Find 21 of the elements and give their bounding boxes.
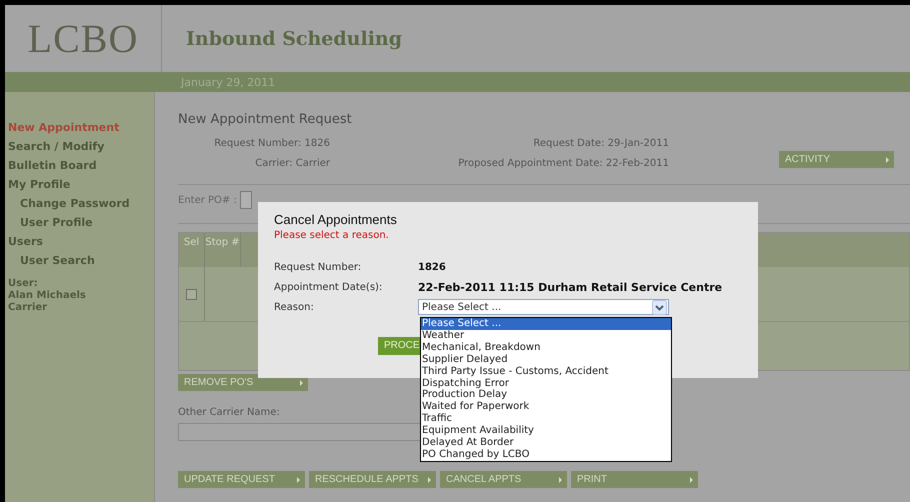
field-value: 22-Feb-2011 11:15 Durham Retail Service Centre bbox=[418, 280, 722, 294]
column-header: Stop # bbox=[205, 233, 241, 267]
user-info: User: bbox=[8, 278, 39, 290]
info-text: Carrier: Carrier bbox=[255, 157, 330, 170]
field-label: Appointment Date(s): bbox=[274, 282, 384, 292]
po-label: Enter PO# : bbox=[178, 194, 237, 206]
column-header: Sel bbox=[179, 233, 205, 267]
page-heading: New Appointment Request bbox=[178, 112, 353, 127]
field-value: 1826 bbox=[418, 262, 446, 272]
info-text: Request Date: 29-Jan-2011 bbox=[533, 137, 669, 150]
user-info: Alan Michaels bbox=[8, 290, 87, 302]
dialog-title: Cancel Appointments bbox=[274, 212, 398, 227]
field-label: Reason: bbox=[274, 302, 315, 312]
error-message: Please select a reason. bbox=[274, 230, 390, 241]
logo: LCBO bbox=[28, 15, 138, 62]
field-label: Other Carrier Name: bbox=[178, 407, 280, 418]
app-title: Inbound Scheduling bbox=[186, 28, 402, 50]
user-info: Carrier bbox=[8, 302, 48, 314]
info-text: Proposed Appointment Date: 22-Feb-2011 bbox=[458, 157, 669, 170]
field-label: Request Number: bbox=[274, 262, 362, 272]
info-text: Request Number: 1826 bbox=[214, 137, 330, 150]
